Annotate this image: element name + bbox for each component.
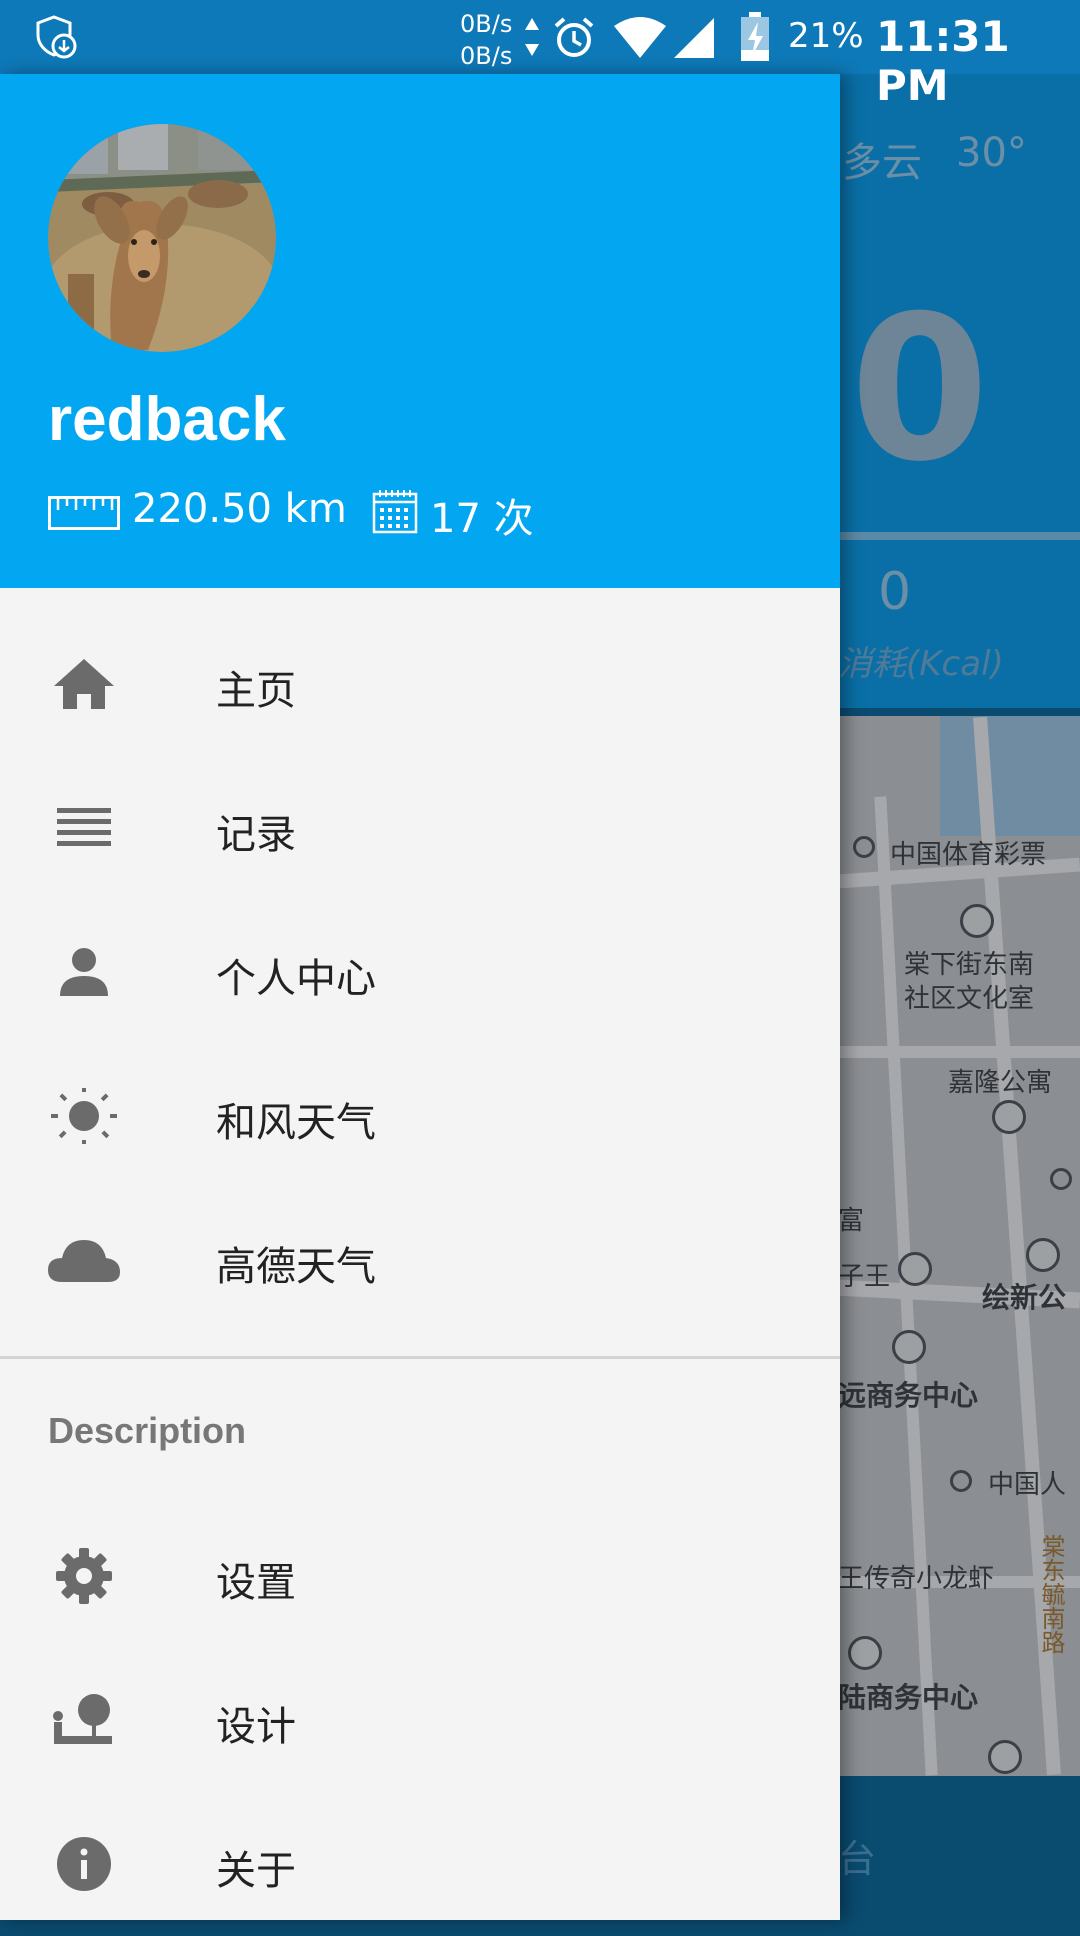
sun-icon xyxy=(51,1088,117,1144)
map-label: 社区文化室 xyxy=(904,984,1035,1014)
bg-bottom-text: 台 xyxy=(838,1837,877,1881)
bg-steps-count: 0 xyxy=(850,273,990,506)
shield-download-icon xyxy=(36,15,77,59)
map-building-icon xyxy=(988,1740,1022,1774)
menu-item-label: 个人中心 xyxy=(216,956,376,1002)
design-icon xyxy=(53,1694,112,1744)
bg-weather-text: 多云 xyxy=(842,140,922,186)
map-building-icon xyxy=(892,1330,926,1364)
menu-item-label: 设置 xyxy=(216,1560,296,1606)
network-arrows-icon xyxy=(525,18,539,56)
map-label: 中国人 xyxy=(988,1470,1067,1500)
section-title: Description xyxy=(48,1410,247,1451)
menu-item-label: 关于 xyxy=(216,1848,296,1894)
menu-item-about[interactable]: 关于 xyxy=(0,1792,840,1936)
bg-divider xyxy=(840,532,1080,540)
drawer-divider xyxy=(0,1356,840,1359)
battery-charging-icon xyxy=(741,12,769,61)
menu-item-label: 和风天气 xyxy=(216,1100,376,1146)
map-hotel-icon xyxy=(992,1100,1026,1134)
wifi-icon xyxy=(614,17,666,58)
menu-item-label: 设计 xyxy=(216,1704,296,1750)
menu-item-hefeng-weather[interactable]: 和风天气 xyxy=(0,1044,840,1188)
clock: 11:31 PM xyxy=(876,12,1010,110)
bg-kcal-label: 消耗(Kcal) xyxy=(838,644,1004,684)
cloud-icon xyxy=(48,1240,120,1282)
map-label: 中国体育彩票 xyxy=(890,840,1047,870)
navigation-drawer: redback 220.50 km 17 次 主页 记录 个人中心 和风天气 高… xyxy=(0,74,840,1920)
map-label: 棠下街东南 xyxy=(904,950,1035,980)
map-label: 富 xyxy=(838,1206,865,1236)
map-label: 陆商务中心 xyxy=(838,1681,979,1714)
status-bar: 0B/s 0B/s 21% 11:31 PM xyxy=(0,0,1080,110)
menu-item-label: 主页 xyxy=(216,668,296,714)
menu-item-settings[interactable]: 设置 xyxy=(0,1504,840,1648)
map-home-icon xyxy=(1026,1238,1060,1272)
menu-item-label: 高德天气 xyxy=(216,1244,376,1290)
menu-item-gaode-weather[interactable]: 高德天气 xyxy=(0,1188,840,1332)
network-speed: 0B/s 0B/s xyxy=(460,8,512,72)
menu-item-profile[interactable]: 个人中心 xyxy=(0,900,840,1044)
map-poi-icon xyxy=(853,836,875,858)
map-building-icon xyxy=(848,1636,882,1670)
count-value: 17 次 xyxy=(430,496,534,542)
alarm-icon xyxy=(554,17,594,57)
map-poi-icon xyxy=(950,1470,972,1492)
map-label: 绘新公 xyxy=(982,1281,1067,1314)
battery-percent: 21% xyxy=(788,16,864,56)
bg-kcal-value: 0 xyxy=(878,562,912,622)
map-poi-icon xyxy=(1050,1168,1072,1190)
avatar[interactable] xyxy=(48,124,276,352)
network-up-speed: 0B/s xyxy=(460,10,513,38)
home-icon xyxy=(54,659,114,709)
menu-item-records[interactable]: 记录 xyxy=(0,756,840,900)
drawer-header: redback 220.50 km 17 次 xyxy=(0,74,840,588)
gear-icon xyxy=(56,1548,112,1604)
list-icon xyxy=(57,808,111,846)
map-label: 子王 xyxy=(838,1262,891,1292)
calendar-icon xyxy=(372,490,418,534)
bg-temperature-text: 30° xyxy=(956,130,1027,176)
map-street-label: 棠东毓南路 xyxy=(1037,1534,1065,1654)
menu-item-label: 记录 xyxy=(216,812,296,858)
person-icon xyxy=(60,948,108,996)
menu-item-home[interactable]: 主页 xyxy=(0,612,840,756)
map-label: 王传奇小龙虾 xyxy=(838,1564,995,1594)
map-poi-icon xyxy=(960,904,994,938)
menu-item-design[interactable]: 设计 xyxy=(0,1648,840,1792)
info-icon xyxy=(57,1837,111,1891)
username: redback xyxy=(48,385,286,454)
distance-value: 220.50 km xyxy=(132,486,347,532)
network-down-speed: 0B/s xyxy=(460,42,513,70)
map-label: 远商务中心 xyxy=(838,1379,979,1412)
map-label: 嘉隆公寓 xyxy=(948,1068,1053,1098)
ruler-icon xyxy=(48,496,120,530)
map-restaurant-icon xyxy=(898,1252,932,1286)
signal-icon xyxy=(674,18,714,58)
